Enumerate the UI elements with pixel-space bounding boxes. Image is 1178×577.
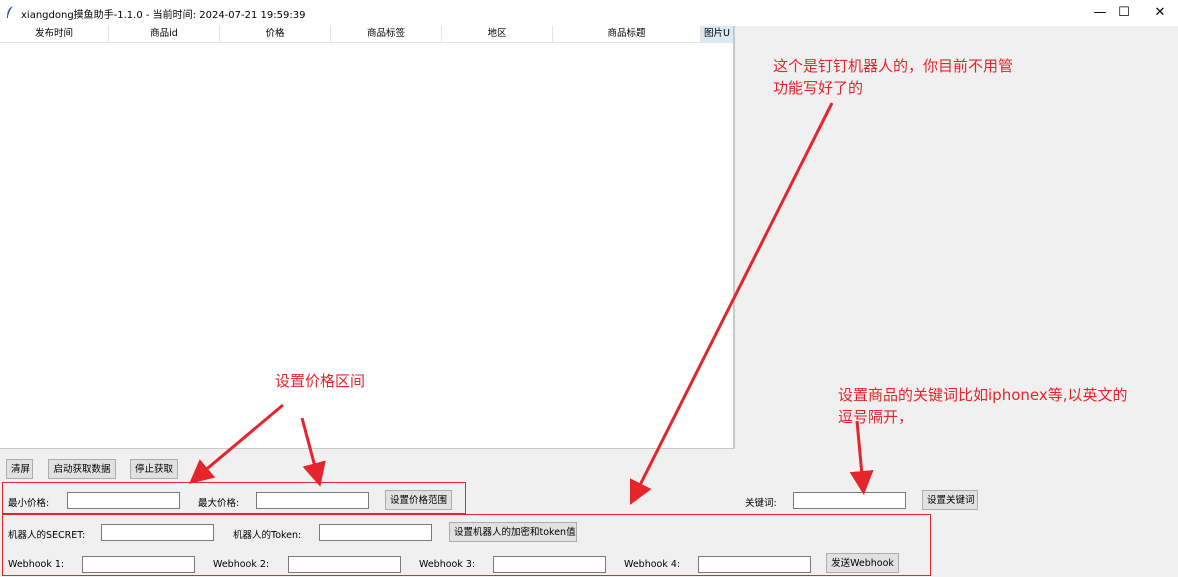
annotation-arrows	[189, 102, 874, 506]
arrow-to-min-price	[189, 403, 284, 484]
arrow-to-keyword	[849, 420, 874, 495]
arrow-to-robot-row	[629, 102, 834, 506]
arrow-to-max-price	[300, 417, 326, 487]
